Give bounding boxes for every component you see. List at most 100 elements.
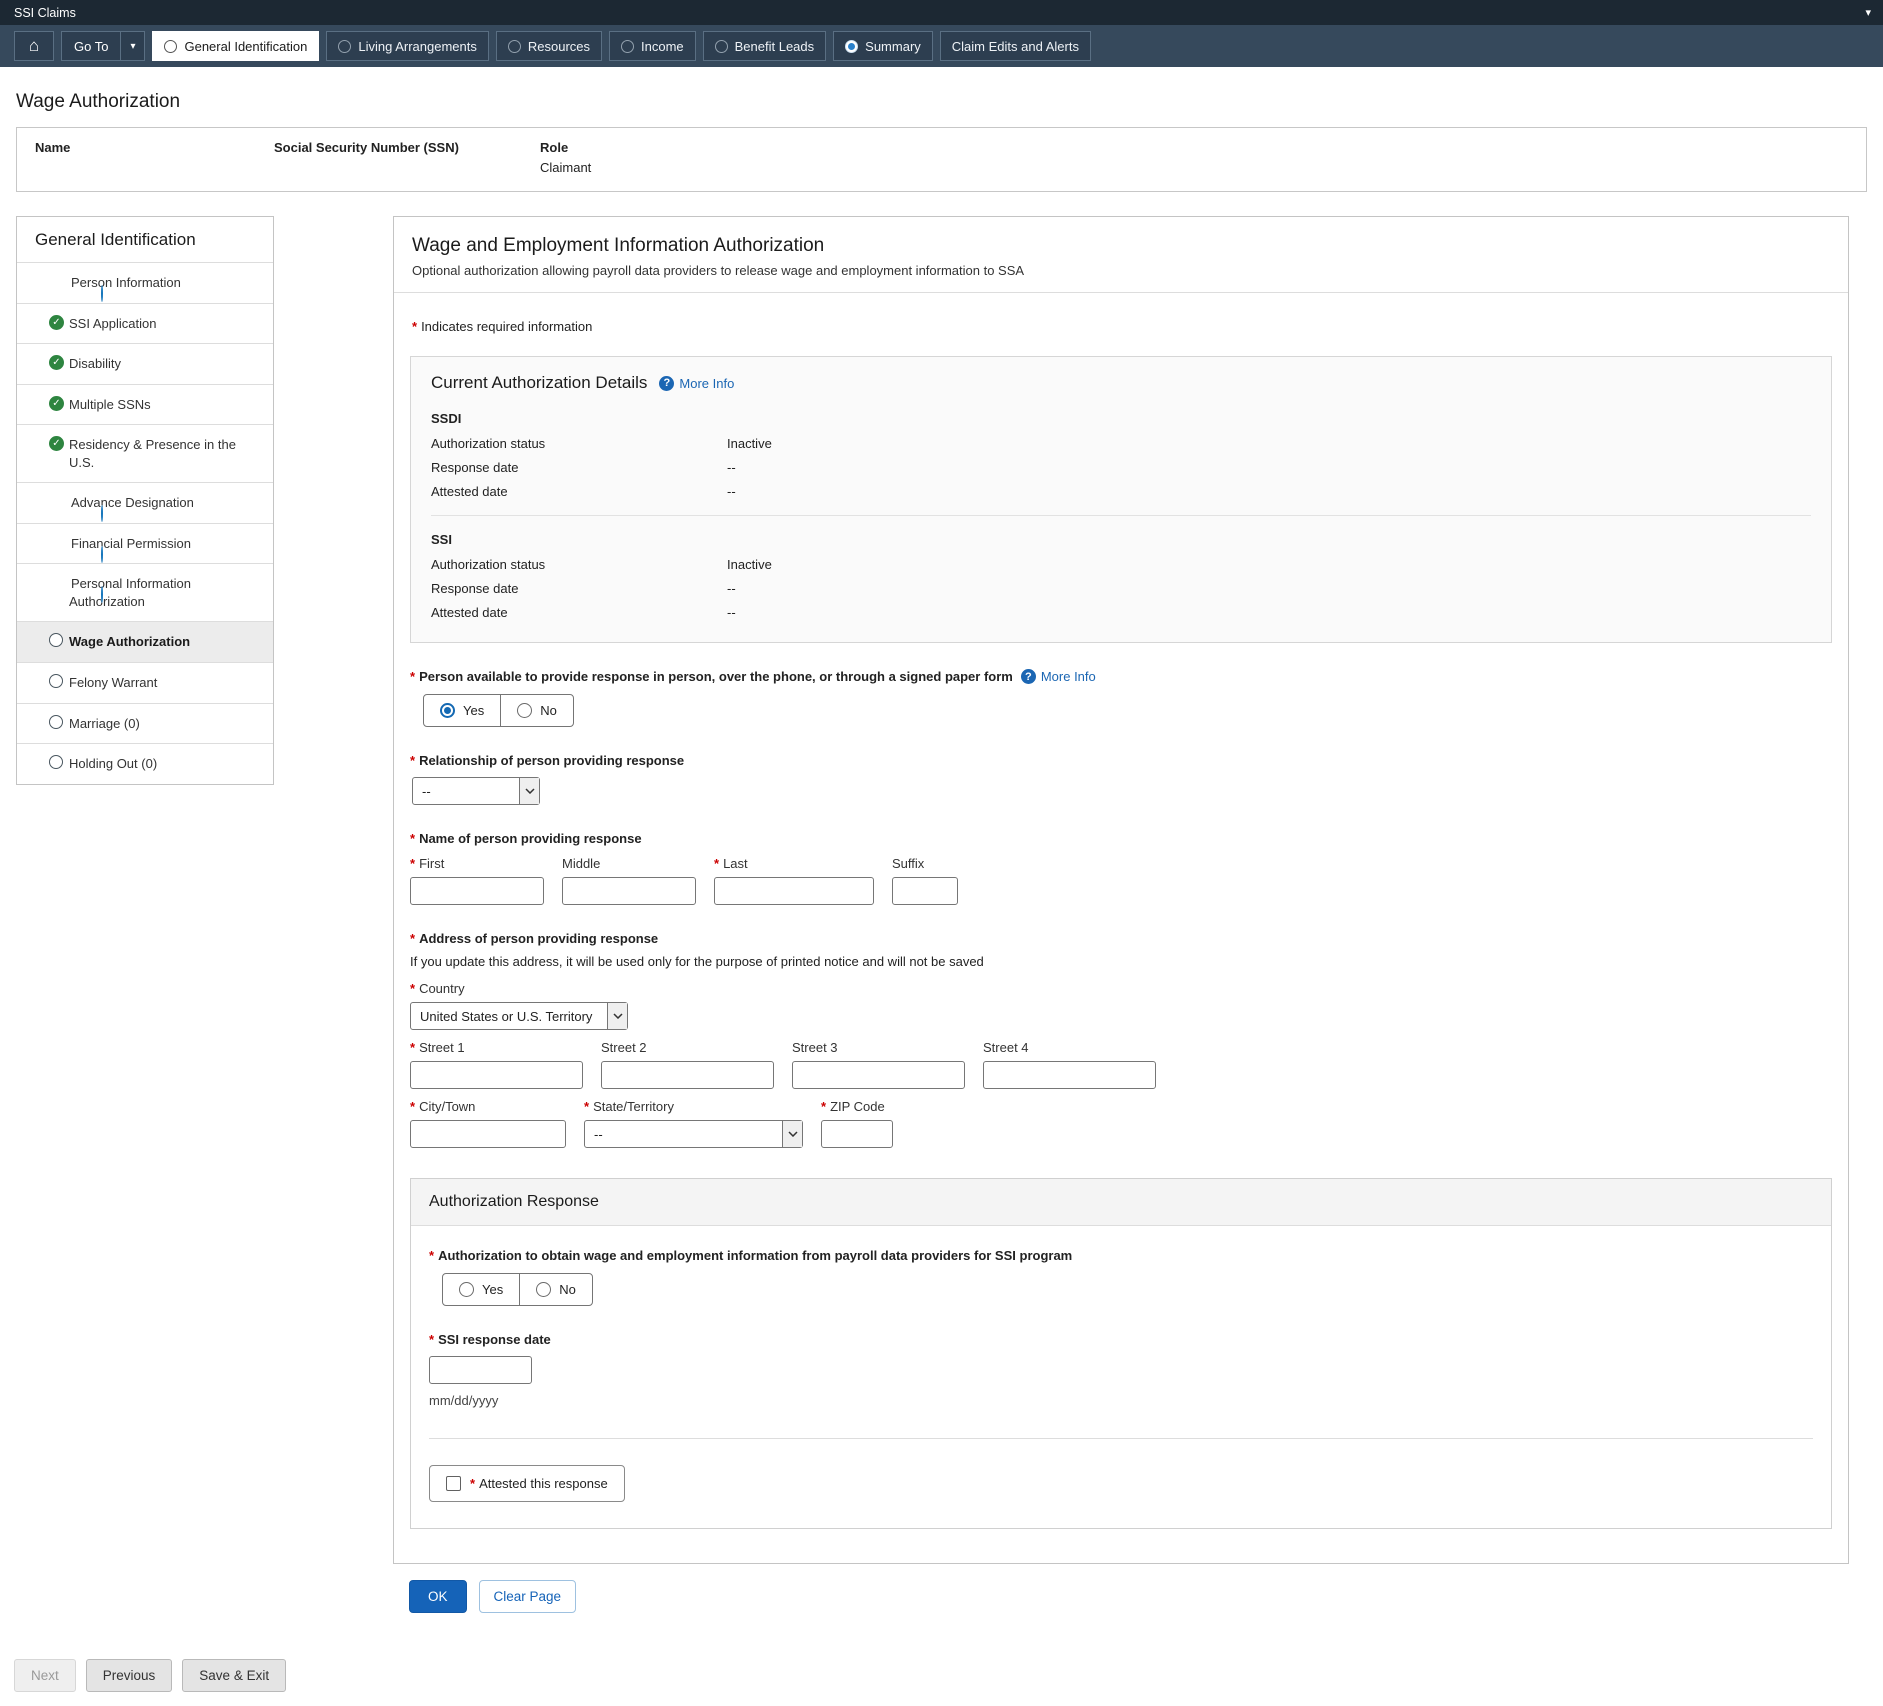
sidebar-item-personal-information-authorization[interactable]: Personal Information Authorization xyxy=(17,563,273,621)
radio-unselected-icon xyxy=(517,703,532,718)
tab-label: Income xyxy=(641,39,684,54)
person-available-no-option[interactable]: No xyxy=(500,695,573,726)
next-button[interactable]: Next xyxy=(14,1659,76,1692)
dropdown-arrow-icon xyxy=(782,1121,802,1147)
sidebar-item-label: Felony Warrant xyxy=(69,675,157,690)
attested-checkbox[interactable] xyxy=(446,1476,461,1491)
required-asterisk: * xyxy=(410,831,415,846)
ssi-section-title: SSI xyxy=(431,532,1811,547)
titlebar-collapse-caret-icon[interactable]: ▾ xyxy=(1865,6,1871,19)
sidebar-item-advance-designation[interactable]: Advance Designation xyxy=(17,482,273,523)
save-exit-button[interactable]: Save & Exit xyxy=(182,1659,286,1692)
radio-unselected-icon xyxy=(536,1282,551,1297)
tab-label: General Identification xyxy=(184,39,307,54)
tab-label: Summary xyxy=(865,39,921,54)
ok-button[interactable]: OK xyxy=(409,1580,467,1613)
street3-label: Street 3 xyxy=(792,1040,965,1055)
goto-caret-icon: ▾ xyxy=(121,41,144,52)
sidebar-item-felony-warrant[interactable]: Felony Warrant xyxy=(17,662,273,703)
tab-summary[interactable]: Summary xyxy=(833,31,933,61)
question-label: Relationship of person providing respons… xyxy=(419,753,684,768)
sidebar-item-multiple-ssns[interactable]: ✓ Multiple SSNs xyxy=(17,384,273,425)
tab-label: Resources xyxy=(528,39,590,54)
state-select[interactable]: -- xyxy=(584,1120,803,1148)
tab-status-icon xyxy=(508,40,521,53)
goto-button[interactable]: Go To ▾ xyxy=(61,31,145,61)
status-in-progress-icon xyxy=(101,546,103,563)
question-label: Authorization to obtain wage and employm… xyxy=(438,1248,1072,1263)
app-title: SSI Claims xyxy=(14,6,76,20)
selected-value: United States or U.S. Territory xyxy=(411,1003,601,1029)
home-button[interactable]: ⌂ xyxy=(14,31,54,61)
ssi-section: SSI Authorization status Inactive Respon… xyxy=(431,532,1811,620)
tab-living-arrangements[interactable]: Living Arrangements xyxy=(326,31,489,61)
more-info-link[interactable]: ? More Info xyxy=(659,376,734,391)
status-in-progress-icon xyxy=(101,285,103,302)
required-asterisk: * xyxy=(429,1332,434,1347)
tab-general-identification[interactable]: General Identification xyxy=(152,31,319,61)
tab-label: Living Arrangements xyxy=(358,39,477,54)
first-name-label: *First xyxy=(410,856,544,871)
previous-button[interactable]: Previous xyxy=(86,1659,173,1692)
street1-label: *Street 1 xyxy=(410,1040,583,1055)
city-input[interactable] xyxy=(410,1120,566,1148)
authorization-no-option[interactable]: No xyxy=(519,1274,592,1305)
status-not-started-icon xyxy=(49,715,63,729)
sidebar-item-disability[interactable]: ✓ Disability xyxy=(17,343,273,384)
tab-benefit-leads[interactable]: Benefit Leads xyxy=(703,31,827,61)
person-available-yes-option[interactable]: Yes xyxy=(424,695,500,726)
clear-page-button[interactable]: Clear Page xyxy=(479,1580,577,1613)
sidebar-item-person-information[interactable]: Person Information xyxy=(17,262,273,303)
street3-input[interactable] xyxy=(792,1061,965,1089)
street1-input[interactable] xyxy=(410,1061,583,1089)
last-name-input[interactable] xyxy=(714,877,874,905)
suffix-input[interactable] xyxy=(892,877,958,905)
status-not-started-icon xyxy=(49,674,63,688)
street4-label: Street 4 xyxy=(983,1040,1156,1055)
middle-name-input[interactable] xyxy=(562,877,696,905)
name-of-person-section: * Name of person providing response *Fir… xyxy=(410,831,1832,905)
attested-label: *Attested this response xyxy=(470,1476,608,1491)
sidebar-item-label: Multiple SSNs xyxy=(69,397,151,412)
attested-response-control[interactable]: *Attested this response xyxy=(429,1465,625,1502)
street4-input[interactable] xyxy=(983,1061,1156,1089)
sidebar-item-residency-presence[interactable]: ✓ Residency & Presence in the U.S. xyxy=(17,424,273,482)
street2-input[interactable] xyxy=(601,1061,774,1089)
ssi-response-date-input[interactable] xyxy=(429,1356,532,1384)
address-note: If you update this address, it will be u… xyxy=(410,954,1832,969)
last-name-label: *Last xyxy=(714,856,874,871)
country-label: *Country xyxy=(410,981,1832,996)
sidebar-item-holding-out[interactable]: Holding Out (0) xyxy=(17,743,273,784)
first-name-input[interactable] xyxy=(410,877,544,905)
section-label: Address of person providing response xyxy=(419,931,658,946)
selected-value: -- xyxy=(413,778,440,804)
sidebar-item-marriage[interactable]: Marriage (0) xyxy=(17,703,273,744)
ssdi-section-title: SSDI xyxy=(431,411,1811,426)
authorization-yes-option[interactable]: Yes xyxy=(443,1274,519,1305)
current-auth-title: Current Authorization Details xyxy=(431,373,647,393)
field-label: SSI response date xyxy=(438,1332,551,1347)
required-asterisk: * xyxy=(412,319,417,334)
zip-input[interactable] xyxy=(821,1120,893,1148)
sidebar-item-wage-authorization[interactable]: Wage Authorization xyxy=(17,621,273,662)
page-title: Wage Authorization xyxy=(16,91,1883,113)
sidebar-item-financial-permission[interactable]: Financial Permission xyxy=(17,523,273,564)
radio-unselected-icon xyxy=(459,1282,474,1297)
country-select[interactable]: United States or U.S. Territory xyxy=(410,1002,628,1030)
sidebar-item-label: Financial Permission xyxy=(71,536,191,551)
tab-claim-edits-and-alerts[interactable]: Claim Edits and Alerts xyxy=(940,31,1091,61)
wage-authorization-panel: Wage and Employment Information Authoriz… xyxy=(393,216,1849,1564)
relationship-select[interactable]: -- xyxy=(412,777,540,805)
tab-status-icon xyxy=(845,40,858,53)
panel-subheading: Optional authorization allowing payroll … xyxy=(412,263,1830,278)
more-info-link[interactable]: ? More Info xyxy=(1021,669,1096,684)
name-label: Name xyxy=(35,140,274,155)
info-icon: ? xyxy=(1021,669,1036,684)
tab-income[interactable]: Income xyxy=(609,31,696,61)
authorization-response-box: Authorization Response * Authorization t… xyxy=(410,1178,1832,1529)
app-titlebar: SSI Claims ▾ xyxy=(0,0,1883,25)
sidebar-item-ssi-application[interactable]: ✓ SSI Application xyxy=(17,303,273,344)
state-label: *State/Territory xyxy=(584,1099,803,1114)
detail-label: Response date xyxy=(431,460,727,475)
tab-resources[interactable]: Resources xyxy=(496,31,602,61)
